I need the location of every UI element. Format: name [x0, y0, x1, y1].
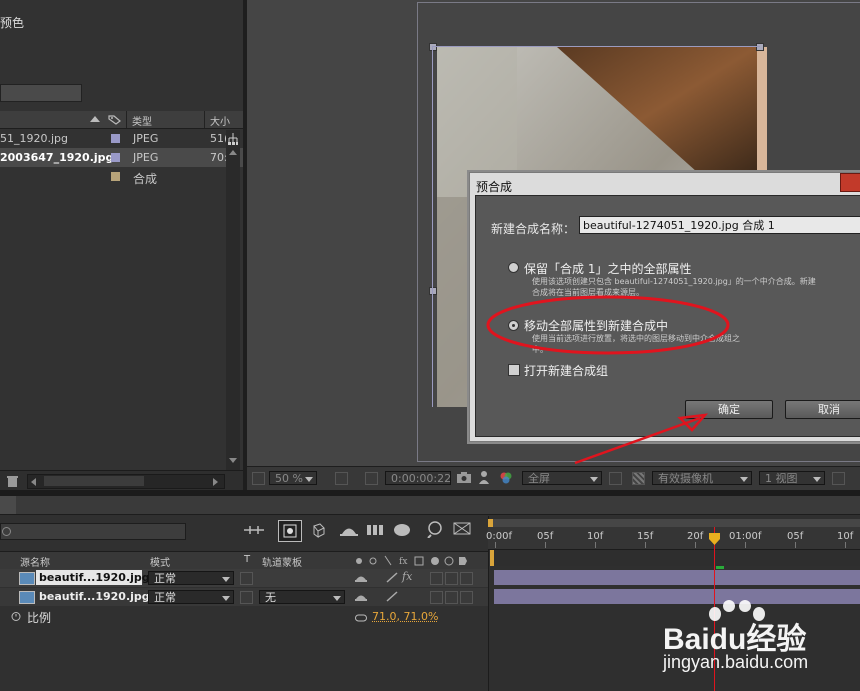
- layer-mode-dropdown[interactable]: 正常: [148, 590, 234, 604]
- keyframe-marker: [716, 566, 724, 569]
- draft-3d-icon[interactable]: [306, 522, 326, 538]
- ruler-label: 20f: [687, 531, 704, 542]
- col-source-name[interactable]: 源名称: [20, 554, 50, 569]
- search-icon: [2, 527, 11, 536]
- highlight-ellipse: [486, 295, 730, 355]
- baidu-watermark: Baidu经验 jingyan.baidu.com: [663, 600, 858, 688]
- quality-switch-icon[interactable]: [386, 572, 398, 583]
- timeline-column-header: 源名称 模式 T 轨道蒙板 fx: [0, 551, 488, 570]
- layer-mode-dropdown[interactable]: 正常: [148, 571, 234, 585]
- layer-mode-value: 正常: [154, 572, 176, 585]
- stopwatch-icon[interactable]: [11, 611, 21, 621]
- timeline-layer-row[interactable]: beautif...1920.jpg 正常 无: [0, 588, 488, 606]
- property-value[interactable]: 71.0, 71.0%: [372, 610, 438, 623]
- comp-tab[interactable]: [0, 496, 16, 514]
- layer-name[interactable]: beautif...1920.jpg: [36, 570, 150, 585]
- ruler-label: 10f: [837, 531, 854, 542]
- image-thumbnail-icon: [19, 572, 35, 585]
- motion-blur-switch[interactable]: [430, 572, 443, 585]
- switch-icons: fx: [355, 555, 477, 567]
- work-area-start-handle[interactable]: [488, 519, 493, 527]
- property-row-scale[interactable]: 比例 71.0, 71.0%: [0, 607, 488, 625]
- 3d-layer-switch[interactable]: [460, 572, 473, 585]
- track-matte-value: 无: [265, 591, 276, 604]
- layer-mode-value: 正常: [154, 591, 176, 604]
- shy-icon[interactable]: [340, 522, 358, 538]
- adjustment-layer-switch[interactable]: [445, 572, 458, 585]
- motion-blur-switch[interactable]: [430, 591, 443, 604]
- image-thumbnail-icon: [19, 591, 35, 604]
- timeline-search-input[interactable]: [0, 523, 186, 540]
- quality-switch-icon[interactable]: [386, 591, 398, 602]
- timeline-layer-row[interactable]: beautif...1920.jpg 正常 fx: [0, 569, 488, 587]
- layer-duration-bar[interactable]: [494, 570, 860, 585]
- col-track-matte[interactable]: 轨道蒙板: [262, 554, 302, 569]
- work-area-marker: [490, 550, 494, 566]
- svg-text:fx: fx: [399, 557, 407, 566]
- annotation-arrow: [574, 416, 701, 465]
- col-mode[interactable]: 模式: [150, 554, 170, 569]
- shy-switch-icon[interactable]: [355, 591, 367, 602]
- constrain-proportions-icon[interactable]: [355, 612, 367, 622]
- ruler-label: 10f: [587, 531, 604, 542]
- layer-name[interactable]: beautif...1920.jpg: [39, 590, 150, 603]
- effects-switch-icon[interactable]: fx: [402, 570, 412, 583]
- adjustment-layer-switch[interactable]: [445, 591, 458, 604]
- ruler-label: 15f: [637, 531, 654, 542]
- ruler-label: 0:00f: [486, 531, 512, 542]
- ruler-label: 01:00f: [729, 531, 762, 542]
- ruler-label: 05f: [537, 531, 554, 542]
- comp-mini-flowchart-icon[interactable]: [243, 522, 265, 538]
- frame-blending-icon[interactable]: [366, 522, 386, 538]
- playhead-handle-icon[interactable]: [709, 533, 720, 545]
- comp-duration-bar: [490, 550, 860, 566]
- timeline-tab-strip: [0, 496, 860, 515]
- preserve-transparency-checkbox[interactable]: [240, 591, 253, 604]
- property-label: 比例: [27, 611, 52, 625]
- motion-blur-icon[interactable]: [392, 522, 412, 538]
- brainstorm-icon[interactable]: [452, 520, 472, 538]
- graph-editor-icon[interactable]: [425, 520, 445, 539]
- watermark-url: jingyan.baidu.com: [663, 652, 809, 672]
- work-area-bar[interactable]: [488, 519, 860, 527]
- shy-switch-icon[interactable]: [355, 572, 367, 583]
- ruler-label: 05f: [787, 531, 804, 542]
- track-matte-dropdown[interactable]: 无: [259, 590, 345, 604]
- col-t[interactable]: T: [244, 554, 250, 565]
- preserve-transparency-checkbox[interactable]: [240, 572, 253, 585]
- annotation-arrowhead: [677, 413, 709, 432]
- 3d-layer-switch[interactable]: [460, 591, 473, 604]
- live-update-icon[interactable]: [278, 520, 302, 542]
